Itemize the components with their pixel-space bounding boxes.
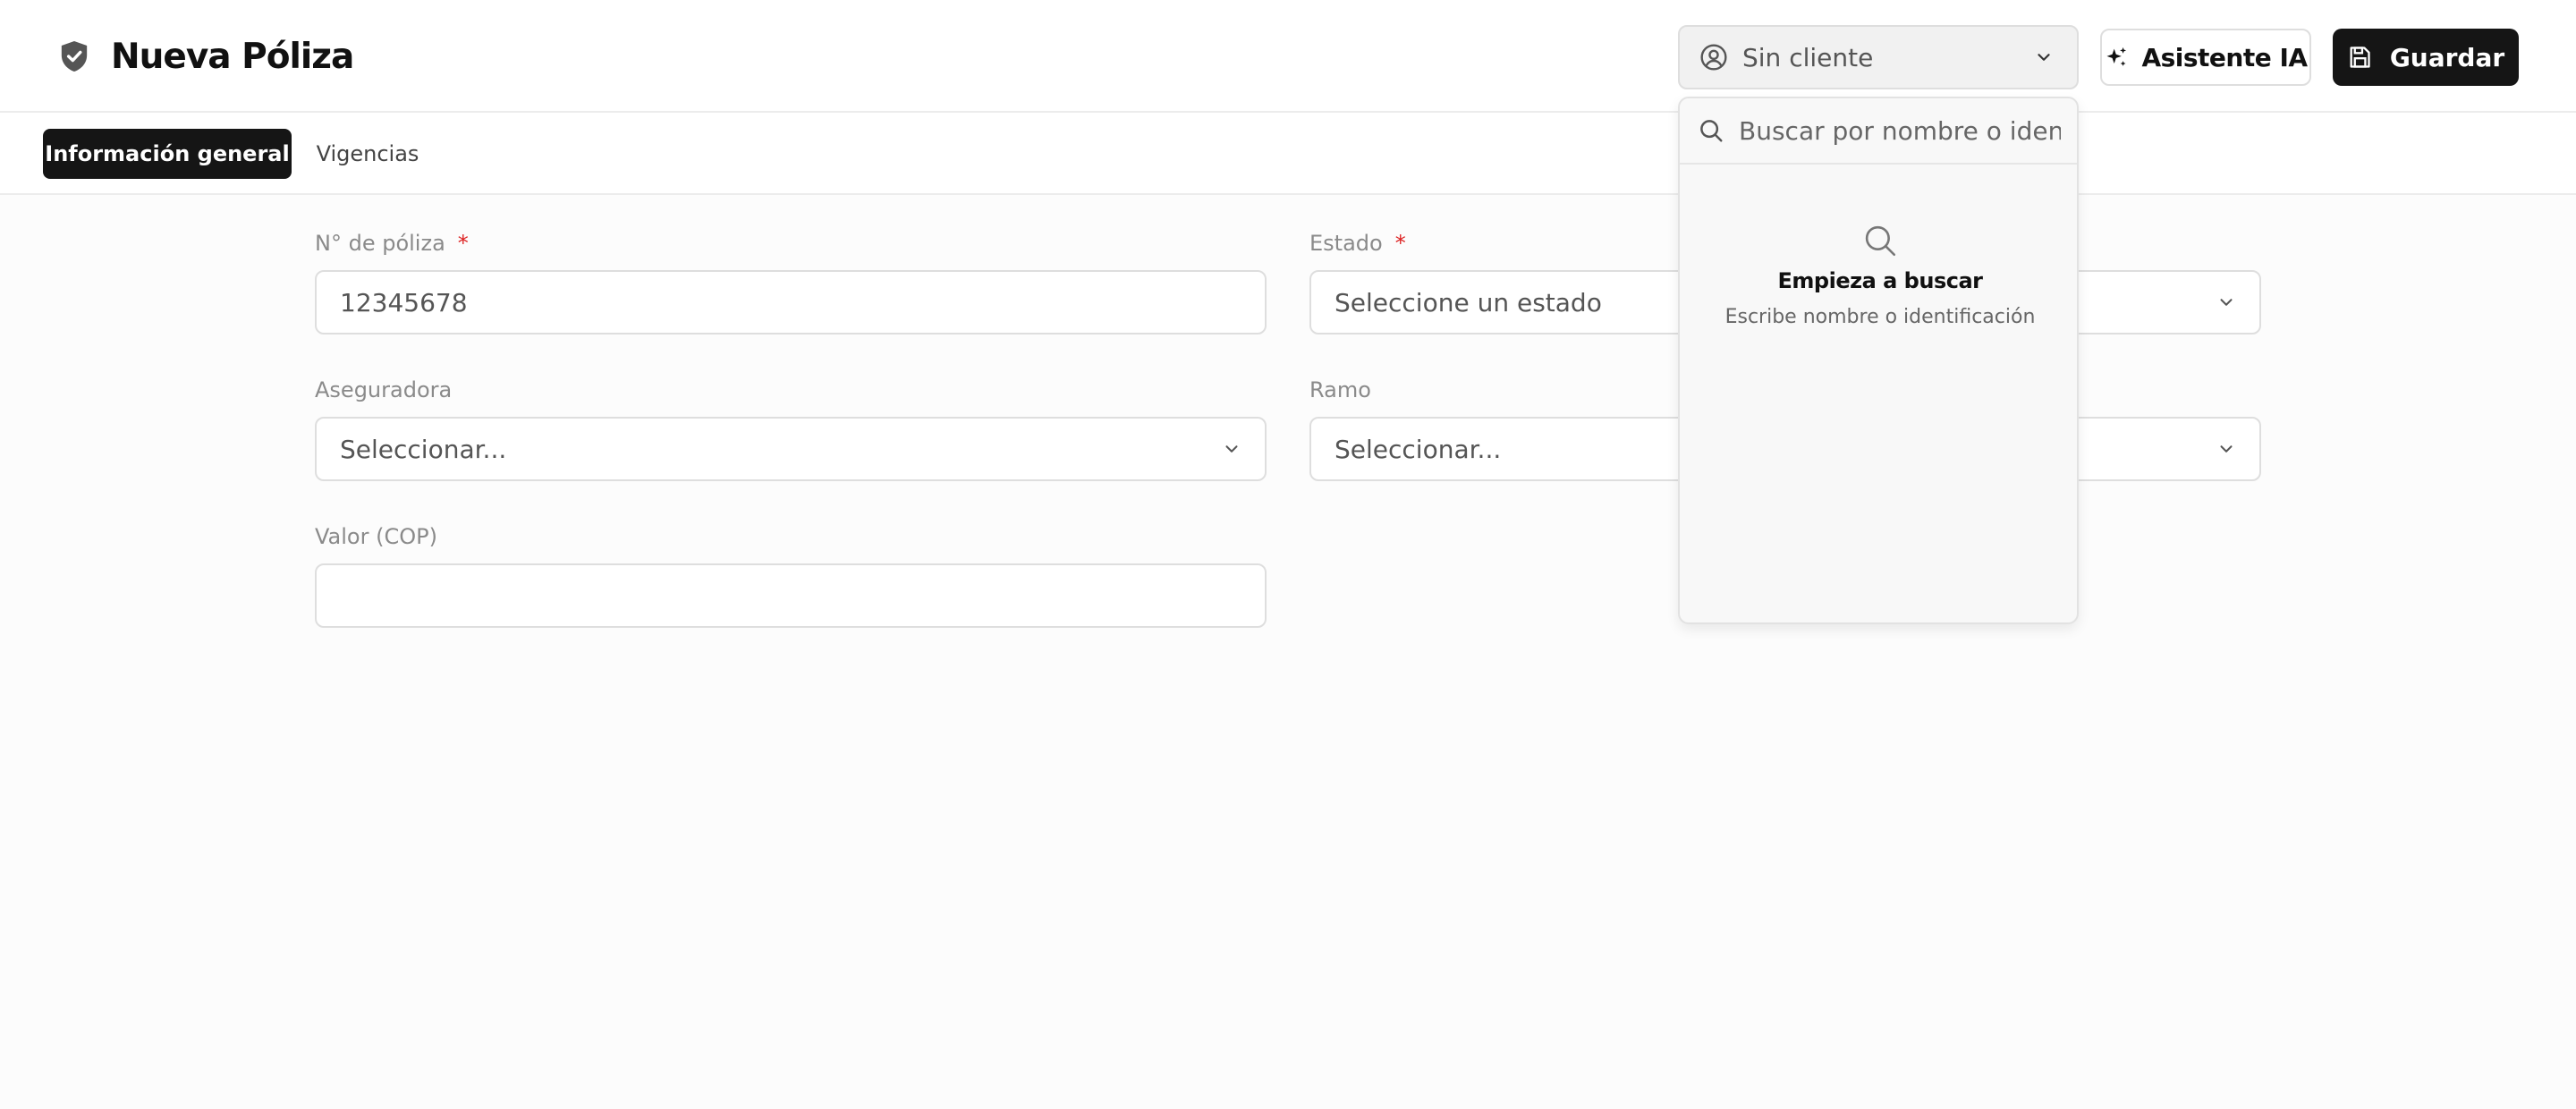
save-button[interactable]: Guardar	[2333, 29, 2519, 86]
client-search-bar	[1680, 98, 2077, 165]
insurer-select-value: Seleccionar...	[340, 434, 507, 464]
chevron-down-icon	[2038, 54, 2050, 61]
policy-number-label: N° de póliza *	[315, 231, 469, 256]
tab-bar: Información general Vigencias	[0, 113, 2576, 195]
value-cop-label: Valor (COP)	[315, 524, 437, 549]
ai-assistant-button[interactable]: Asistente IA	[2100, 29, 2311, 86]
required-mark: *	[1394, 231, 1406, 256]
branch-label: Ramo	[1309, 377, 1371, 402]
chevron-down-icon	[2220, 299, 2233, 306]
tab-vigencias[interactable]: Vigencias	[304, 129, 431, 179]
title-area: Nueva Póliza	[59, 34, 354, 79]
empty-state: Empieza a buscar Escribe nombre o identi…	[1680, 222, 2077, 328]
sparkles-icon	[2106, 47, 2127, 66]
client-select[interactable]: Sin cliente	[1678, 25, 2079, 89]
page-title: Nueva Póliza	[111, 36, 354, 77]
search-icon	[1865, 225, 1896, 257]
search-icon	[1700, 120, 1723, 142]
tab-general-info[interactable]: Información general	[43, 129, 292, 179]
user-circle-icon	[1700, 44, 1727, 71]
ai-assistant-label: Asistente IA	[2141, 42, 2308, 72]
client-search-input[interactable]	[1739, 115, 2061, 146]
status-label-text: Estado	[1309, 231, 1383, 256]
save-button-label: Guardar	[2389, 42, 2505, 72]
chevron-down-icon	[1225, 445, 1238, 453]
client-search-dropdown: Empieza a buscar Escribe nombre o identi…	[1678, 97, 2079, 624]
insurer-label: Aseguradora	[315, 377, 453, 402]
policy-number-label-text: N° de póliza	[315, 231, 445, 256]
policy-number-value: 12345678	[340, 287, 468, 317]
empty-state-title: Empieza a buscar	[1777, 268, 1983, 293]
client-select-label: Sin cliente	[1742, 42, 1874, 72]
shield-icon	[61, 41, 88, 72]
top-header: Nueva Póliza Sin cliente Asistente IA Gu…	[0, 0, 2576, 113]
chevron-down-icon	[2220, 445, 2233, 453]
policy-number-field[interactable]: 12345678	[315, 270, 1267, 334]
save-icon	[2350, 47, 2370, 68]
value-cop-field[interactable]	[315, 563, 1267, 628]
insurer-select[interactable]: Seleccionar...	[315, 417, 1267, 481]
empty-state-subtitle: Escribe nombre o identificación	[1724, 306, 2036, 328]
required-mark: *	[457, 231, 469, 256]
status-label: Estado *	[1309, 231, 1406, 256]
